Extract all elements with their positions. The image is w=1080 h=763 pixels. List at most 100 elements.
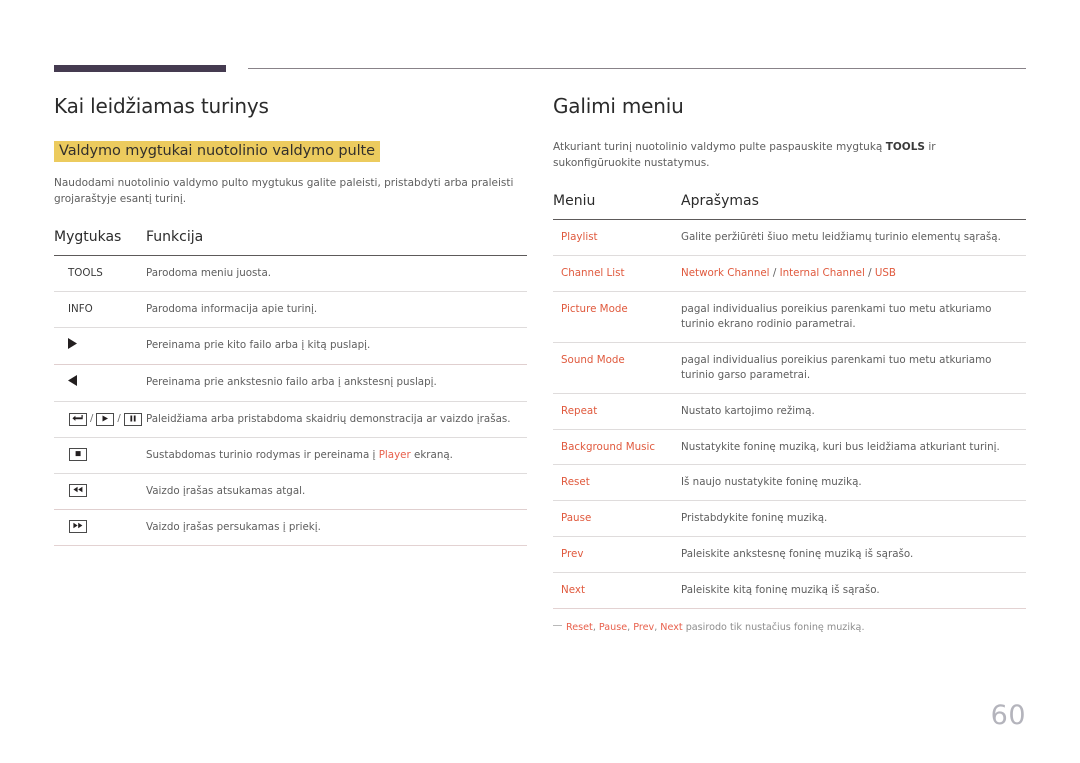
left-intro-paragraph: Naudodami nuotolinio valdymo pulto mygtu…: [54, 177, 514, 205]
page-header-rule: [54, 63, 1026, 75]
footnote: Reset, Pause, Prev, Next pasirodo tik nu…: [553, 621, 1026, 635]
footnote-term: Next: [660, 622, 683, 634]
play-triangle-right-icon: [68, 337, 77, 354]
menu-name-cell: Repeat: [553, 393, 681, 430]
footnote-term: Prev: [633, 622, 655, 634]
description-pre-text: Sustabdomas turinio rodymas ir pereinama…: [146, 448, 379, 461]
table-row: Prev Paleiskite ankstesnę foninę muziką i…: [553, 536, 1026, 574]
footnote-dash-icon: [553, 624, 562, 626]
table-row: Sustabdomas turinio rodymas ir pereinama…: [54, 437, 527, 474]
page-number: 60: [990, 700, 1026, 731]
table-header-row: Mygtukas Funkcija: [54, 229, 527, 257]
table-row: Pereinama prie ankstesnio failo arba į a…: [54, 364, 527, 402]
table-row: INFO Parodoma informacija apie turinį.: [54, 291, 527, 328]
footnote-term: Reset: [566, 622, 593, 634]
button-cell: [54, 437, 146, 474]
function-description-cell: Vaizdo įrašas atsukamas atgal.: [146, 473, 527, 510]
menu-name-cell: Next: [553, 572, 681, 610]
column-header-button: Mygtukas: [54, 229, 146, 257]
button-cell: TOOLS: [54, 255, 146, 292]
menu-name-cell: Reset: [553, 464, 681, 502]
footnote-text: Reset, Pause, Prev, Next pasirodo tik nu…: [566, 622, 865, 633]
button-label: INFO: [68, 302, 93, 315]
menu-name-cell: Pause: [553, 500, 681, 538]
play-key-icon: [96, 412, 115, 426]
right-intro-tools-keyword: TOOLS: [885, 141, 925, 153]
header-thin-line: [248, 68, 1026, 69]
menu-option-value: Internal Channel: [776, 266, 869, 279]
function-description-cell: Sustabdomas turinio rodymas ir pereinama…: [146, 437, 527, 474]
left-section-title: Kai leidžiamas turinys: [54, 94, 269, 118]
enter-key-icon: [69, 412, 87, 426]
menu-name-cell: Picture Mode: [553, 291, 681, 343]
menu-description-cell: Iš naujo nustatykite foninę muziką.: [681, 464, 1026, 502]
table-row: Playlist Galite peržiūrėti šiuo metu leid…: [553, 219, 1026, 256]
menu-description-cell: Network Channel / Internal Channel / USB: [681, 255, 1026, 292]
column-header-description: Aprašymas: [681, 193, 1026, 221]
button-cell: [54, 364, 146, 402]
button-cell: [54, 473, 146, 510]
fast-forward-key-icon: [69, 520, 87, 534]
table-row: Repeat Nustato kartojimo režimą.: [553, 393, 1026, 430]
function-description-cell: Pereinama prie ankstesnio failo arba į a…: [146, 364, 527, 402]
button-cell: [54, 509, 146, 546]
menu-description-cell: Nustato kartojimo režimą.: [681, 393, 1026, 430]
table-row: Reset Iš naujo nustatykite foninę muziką.: [553, 464, 1026, 502]
left-column: Kai leidžiamas turinys Valdymo mygtukai …: [54, 94, 527, 546]
button-cell: / /: [54, 401, 146, 438]
available-menus-table: Meniu Aprašymas Playlist Galite peržiūrėt…: [553, 193, 1026, 610]
footnote-tail-text: pasirodo tik nustačius foninę muziką.: [682, 622, 865, 634]
play-triangle-left-icon: [68, 374, 77, 391]
table-row: Picture Mode pagal individualius poreikiu…: [553, 291, 1026, 343]
table-row: TOOLS Parodoma meniu juosta.: [54, 255, 527, 292]
menu-name-cell: Prev: [553, 536, 681, 574]
button-cell: INFO: [54, 291, 146, 328]
pause-key-icon: [123, 412, 142, 426]
function-description-cell: Parodoma informacija apie turinį.: [146, 291, 527, 328]
table-header-row: Meniu Aprašymas: [553, 193, 1026, 221]
description-highlight-term: Player: [378, 448, 411, 461]
menu-description-cell: pagal individualius poreikius parenkami …: [681, 342, 1026, 394]
menu-description-cell: Paleiskite ankstesnę foninę muziką iš są…: [681, 536, 1026, 574]
menu-option-value: Network Channel: [681, 266, 773, 279]
column-header-menu: Meniu: [553, 193, 681, 221]
table-row: / / Paleidžiama arba pristabdoma skaidrių …: [54, 401, 527, 438]
table-row: Channel List Network Channel / Internal C…: [553, 255, 1026, 292]
menu-option-value: USB: [871, 266, 896, 279]
table-row: Pause Pristabdykite foninę muziką.: [553, 500, 1026, 538]
left-subheading: Valdymo mygtukai nuotolinio valdymo pult…: [54, 141, 380, 162]
stop-key-icon: [69, 448, 87, 462]
table-row: Background Music Nustatykite foninę muzik…: [553, 429, 1026, 466]
table-row: Vaizdo įrašas persukamas į priekį.: [54, 509, 527, 546]
menu-name-cell: Sound Mode: [553, 342, 681, 394]
table-row: Pereinama prie kito failo arba į kitą pu…: [54, 327, 527, 365]
header-accent-bar: [54, 65, 226, 72]
menu-name-cell: Background Music: [553, 429, 681, 466]
function-description-cell: Vaizdo įrašas persukamas į priekį.: [146, 509, 527, 546]
right-column: Galimi meniu Atkuriant turinį nuotolinio…: [553, 94, 1026, 635]
table-row: Sound Mode pagal individualius poreikius …: [553, 342, 1026, 394]
description-post-text: ekraną.: [410, 448, 453, 461]
right-intro-paragraph: Atkuriant turinį nuotolinio valdymo pult…: [553, 140, 1013, 171]
remote-buttons-table-body: TOOLS Parodoma meniu juosta. INFO Parodoma …: [54, 255, 527, 546]
menu-description-cell: Paleiskite kitą foninę muziką iš sąrašo.: [681, 572, 1026, 610]
function-description-cell: Paleidžiama arba pristabdoma skaidrių de…: [146, 401, 527, 438]
function-description-cell: Parodoma meniu juosta.: [146, 255, 527, 292]
button-label: TOOLS: [68, 267, 103, 280]
rewind-key-icon: [69, 484, 87, 498]
function-description-cell: Pereinama prie kito failo arba į kitą pu…: [146, 327, 527, 365]
icon-separator-slash: /: [90, 412, 94, 424]
menu-description-cell: pagal individualius poreikius parenkami …: [681, 291, 1026, 343]
icon-separator-slash: /: [117, 412, 121, 424]
menu-description-cell: Nustatykite foninę muziką, kuri bus leid…: [681, 429, 1026, 466]
table-row: Vaizdo įrašas atsukamas atgal.: [54, 473, 527, 510]
right-intro-pre: Atkuriant turinį nuotolinio valdymo pult…: [553, 141, 886, 153]
button-cell: [54, 327, 146, 365]
menu-description-cell: Galite peržiūrėti šiuo metu leidžiamų tu…: [681, 219, 1026, 256]
remote-buttons-table: Mygtukas Funkcija TOOLS Parodoma meniu ju…: [54, 229, 527, 546]
menu-description-cell: Pristabdykite foninę muziką.: [681, 500, 1026, 538]
available-menus-table-body: Playlist Galite peržiūrėti šiuo metu leid…: [553, 219, 1026, 610]
right-section-title: Galimi meniu: [553, 94, 684, 118]
table-row: Next Paleiskite kitą foninę muziką iš sąr…: [553, 572, 1026, 610]
menu-name-cell: Channel List: [553, 255, 681, 292]
